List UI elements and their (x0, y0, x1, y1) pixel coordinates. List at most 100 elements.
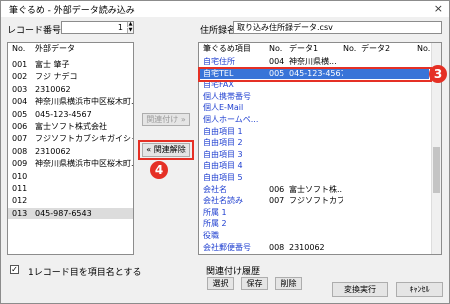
list-item[interactable]: 008 2310062 (8, 146, 133, 157)
callout-3: 3 (429, 65, 447, 83)
mapping-history-label: 関連付け履歴 (206, 267, 261, 277)
spin-down-icon[interactable]: ▼ (127, 28, 133, 33)
cancel-button[interactable]: ｷｬﾝｾﾙ (396, 282, 443, 297)
cell-item: 自由項目 2 (203, 138, 243, 148)
row-value: フジ ナデコ (35, 72, 78, 82)
list-item[interactable]: 006 富士ソフト株式会社 (8, 121, 133, 132)
row-number: 011 (12, 184, 28, 193)
cell-no: 004 (269, 57, 285, 66)
cell-item: 会社名読み (203, 196, 243, 206)
row-value: 2310062 (35, 84, 71, 94)
cell-item: 自由項目 4 (203, 161, 243, 171)
cell-no: 007 (269, 196, 285, 206)
row-number: 001 (12, 60, 28, 69)
row-number: 005 (12, 109, 28, 119)
row-number: 012 (12, 196, 28, 206)
table-row[interactable]: 会社名 006 富士ソフト株... (199, 184, 429, 195)
row-value: 富士 肇子 (35, 60, 70, 69)
execute-conversion-button[interactable]: 変換実行 (332, 282, 388, 297)
col-data2-header: データ2 (361, 44, 391, 53)
list-item[interactable]: 013 045-987-6543 (8, 207, 133, 219)
select-button[interactable]: 選択 (207, 277, 234, 290)
table-row[interactable]: 個人E-Mail (199, 102, 429, 113)
record-number-stepper[interactable]: 1 ▲ ▼ (61, 21, 134, 34)
row-number: 008 (12, 146, 28, 156)
list-item[interactable]: 002 フジ ナデコ (8, 71, 133, 82)
left-col-no-header: No. (12, 44, 26, 53)
table-row[interactable]: 自由項目 1 (199, 126, 429, 137)
list-item[interactable]: 012 (8, 195, 133, 206)
row-number: 013 (12, 208, 28, 218)
row-value: 富士ソフト株式会社 (35, 122, 107, 131)
table-row[interactable]: 役職 (199, 230, 429, 241)
selected-row-highlight-frame (198, 67, 432, 82)
row-number: 006 (12, 122, 28, 131)
cell-item: 自由項目 1 (203, 126, 243, 136)
list-item[interactable]: 003 2310062 (8, 84, 133, 95)
table-row[interactable]: 自宅住所 004 神奈川県横... (199, 56, 429, 67)
table-row[interactable]: 個人ホームペ... (199, 114, 429, 125)
cell-data: 富士ソフト株... (289, 184, 343, 194)
row-number: 010 (12, 171, 28, 181)
row-number: 002 (12, 72, 28, 82)
list-item[interactable]: 009 神奈川県横浜市中区桜木町... (8, 158, 133, 169)
scrollbar-thumb[interactable] (433, 147, 440, 193)
cell-item: 役職 (203, 231, 219, 240)
cell-data: フジソフトカブシ... (289, 196, 343, 206)
address-book-label: 住所録名 (200, 26, 237, 36)
col-no3-header: No. (417, 44, 431, 53)
close-button[interactable]: × (434, 2, 443, 15)
cell-item: 個人E-Mail (203, 103, 244, 113)
import-dialog: 筆ぐるめ - 外部データ読み込み × レコード番号 1 ▲ ▼ No. 外部デー… (0, 0, 450, 304)
cell-data: 神奈川県横... (289, 57, 337, 66)
cell-item: 自由項目 5 (203, 173, 243, 182)
col-item-header: 筆ぐるめ項目 (203, 44, 251, 53)
cell-item: 所属 2 (203, 219, 227, 229)
row-value: 045-987-6543 (35, 208, 92, 218)
cell-item: 会社名 (203, 184, 227, 194)
row-number: 004 (12, 97, 28, 107)
callout-4: 4 (150, 161, 168, 179)
row-value: 2310062 (35, 146, 71, 156)
list-item[interactable]: 007 フジソフトカブシキガイシャ (8, 133, 133, 144)
table-row[interactable]: 自由項目 2 (199, 137, 429, 148)
list-item[interactable]: 005 045-123-4567 (8, 109, 133, 120)
cell-item: 自由項目 3 (203, 149, 243, 159)
cell-item: 会社郵便番号 (203, 242, 251, 252)
cell-item: 自宅住所 (203, 57, 235, 66)
cell-item: 個人ホームペ... (203, 115, 259, 124)
list-item[interactable]: 011 (8, 183, 133, 194)
table-row[interactable]: 個人携帯番号 (199, 91, 429, 102)
cell-no: 006 (269, 184, 285, 194)
delete-button[interactable]: 削除 (275, 277, 302, 290)
row-value: フジソフトカブシキガイシャ (35, 134, 133, 144)
address-book-name-field[interactable]: 取り込み住所録データ.csv (233, 21, 442, 34)
table-row[interactable]: 自由項目 3 (199, 149, 429, 160)
table-row[interactable]: 会社郵便番号 008 2310062 (199, 242, 429, 253)
record-number-label: レコード番号 (7, 26, 62, 36)
col-data1-header: データ1 (289, 44, 319, 53)
list-item[interactable]: 001 富士 肇子 (8, 59, 133, 70)
save-button[interactable]: 保存 (241, 277, 268, 290)
cell-no: 008 (269, 242, 285, 252)
table-row[interactable]: 所属 1 (199, 207, 429, 218)
cell-data: 2310062 (289, 242, 325, 252)
row-value: 神奈川県横浜市中区桜木町... (35, 97, 133, 107)
table-row[interactable]: 自由項目 5 (199, 172, 429, 183)
first-row-as-header-checkbox[interactable]: ✓ (10, 265, 19, 274)
row-number: 009 (12, 159, 28, 169)
row-number: 007 (12, 134, 28, 144)
table-row[interactable]: 所属 2 (199, 218, 429, 229)
list-item[interactable]: 004 神奈川県横浜市中区桜木町... (8, 96, 133, 107)
table-row[interactable]: 自由項目 4 (199, 160, 429, 171)
left-col-data-header: 外部データ (35, 44, 75, 53)
list-item[interactable]: 010 (8, 171, 133, 182)
unlink-highlight-frame (138, 140, 194, 160)
external-data-list[interactable]: No. 外部データ 001 富士 肇子 002 フジ ナデコ 003 2310062 004… (7, 42, 134, 255)
row-value: 045-123-4567 (35, 109, 92, 119)
col-no2-header: No. (343, 44, 357, 53)
cell-item: 所属 1 (203, 207, 227, 217)
table-row[interactable]: 会社名読み 007 フジソフトカブシ... (199, 195, 429, 206)
title-bar: 筆ぐるめ - 外部データ読み込み × (1, 1, 449, 17)
link-button[interactable]: 関連付け » (142, 113, 190, 126)
